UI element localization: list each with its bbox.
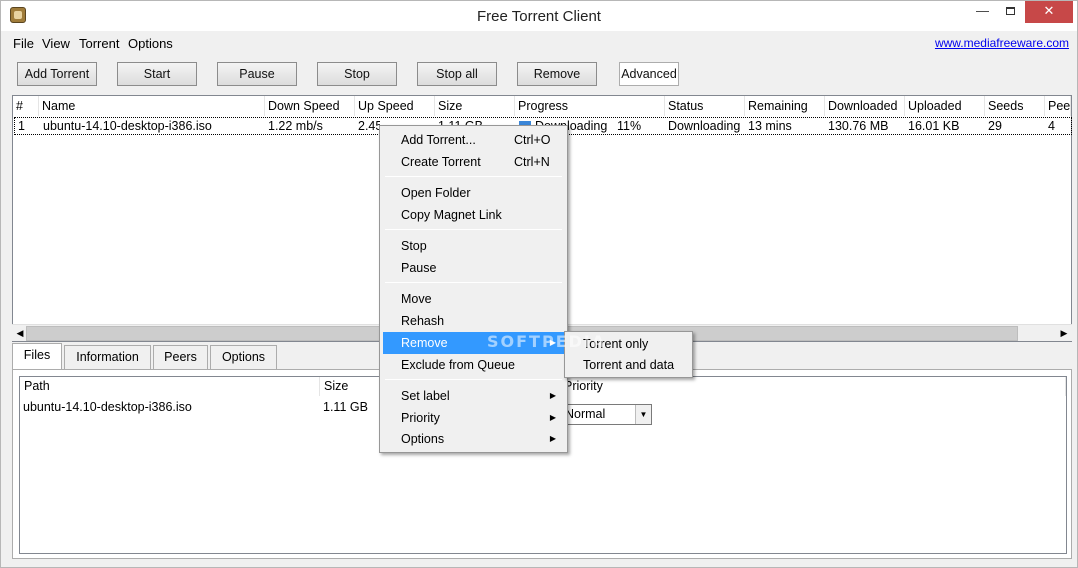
column-header-seeds[interactable]: Seeds	[985, 96, 1045, 116]
row-uploaded: 16.01 KB	[908, 119, 960, 133]
stop-all-button[interactable]: Stop all	[417, 62, 497, 86]
menu-view[interactable]: View	[42, 36, 70, 51]
add-torrent-button[interactable]: Add Torrent	[17, 62, 97, 86]
chevron-right-icon: ▶	[549, 413, 556, 422]
advanced-button[interactable]: Advanced	[619, 62, 679, 86]
maximize-icon	[1006, 7, 1015, 15]
row-up-speed: 2.45 kb/s	[358, 119, 380, 133]
row-down-speed: 1.22 mb/s	[268, 119, 323, 133]
column-header-down-speed[interactable]: Down Speed	[265, 96, 355, 116]
column-header-progress[interactable]: Progress	[515, 96, 665, 116]
menu-options[interactable]: Options	[128, 36, 173, 51]
column-header-number[interactable]: #	[13, 96, 39, 116]
column-header-priority[interactable]: Priority	[560, 377, 1066, 396]
context-menu: Add Torrent... Ctrl+O Create Torrent Ctr…	[379, 125, 568, 453]
row-remaining: 13 mins	[748, 119, 792, 133]
menu-separator	[385, 229, 562, 230]
row-peers: 4	[1048, 119, 1055, 133]
stop-button[interactable]: Stop	[317, 62, 397, 86]
menu-item-shortcut: Ctrl+N	[514, 155, 550, 169]
close-button[interactable]: ✕	[1025, 1, 1073, 23]
column-header-remaining[interactable]: Remaining	[745, 96, 825, 116]
priority-value: Normal	[565, 407, 606, 421]
menu-item-label: Set label	[401, 389, 450, 403]
row-downloaded: 130.76 MB	[828, 119, 889, 133]
menu-item-copy-magnet-link[interactable]: Copy Magnet Link	[383, 204, 564, 226]
remove-button[interactable]: Remove	[517, 62, 597, 86]
tab-files[interactable]: Files	[12, 343, 62, 369]
menu-item-stop[interactable]: Stop	[383, 235, 564, 257]
tab-information[interactable]: Information	[64, 345, 151, 369]
menu-bar: File View Torrent Options www.mediafreew…	[1, 33, 1077, 53]
menu-torrent[interactable]: Torrent	[79, 36, 119, 51]
column-header-peers[interactable]: Peers	[1045, 96, 1071, 116]
file-path: ubuntu-14.10-desktop-i386.iso	[23, 400, 192, 414]
start-button[interactable]: Start	[117, 62, 197, 86]
menu-item-add-torrent[interactable]: Add Torrent... Ctrl+O	[383, 129, 564, 151]
menu-item-options[interactable]: Options ▶	[383, 428, 564, 450]
row-number: 1	[18, 119, 25, 133]
column-header-path[interactable]: Path	[20, 377, 320, 396]
menu-item-label: Priority	[401, 411, 440, 425]
tab-peers[interactable]: Peers	[153, 345, 208, 369]
title-bar: Free Torrent Client — ✕	[1, 1, 1077, 31]
watermark: SOFTPEDIA	[487, 332, 607, 351]
menu-item-pause[interactable]: Pause	[383, 257, 564, 279]
chevron-right-icon: ▶	[549, 434, 556, 443]
menu-item-rehash[interactable]: Rehash	[383, 310, 564, 332]
menu-separator	[385, 282, 562, 283]
submenu-item-torrent-and-data[interactable]: Torrent and data	[568, 355, 689, 376]
menu-item-label: Create Torrent	[401, 155, 481, 169]
chevron-right-icon: ▶	[549, 391, 556, 400]
menu-item-exclude-from-queue[interactable]: Exclude from Queue	[383, 354, 564, 376]
menu-separator	[385, 176, 562, 177]
column-header-up-speed[interactable]: Up Speed	[355, 96, 435, 116]
menu-item-move[interactable]: Move	[383, 288, 564, 310]
row-status: Downloading	[668, 119, 741, 133]
column-header-uploaded[interactable]: Uploaded	[905, 96, 985, 116]
website-link[interactable]: www.mediafreeware.com	[935, 36, 1069, 50]
menu-file[interactable]: File	[13, 36, 34, 51]
menu-item-open-folder[interactable]: Open Folder	[383, 182, 564, 204]
window-title: Free Torrent Client	[477, 8, 601, 25]
row-name: ubuntu-14.10-desktop-i386.iso	[43, 119, 212, 133]
menu-item-set-label[interactable]: Set label ▶	[383, 385, 564, 407]
menu-separator	[385, 379, 562, 380]
menu-item-label: Add Torrent...	[401, 133, 476, 147]
scroll-right-icon[interactable]: ▶	[1058, 327, 1070, 339]
minimize-button[interactable]: —	[969, 1, 996, 23]
app-window: Free Torrent Client — ✕ File View Torren…	[0, 0, 1078, 568]
maximize-button[interactable]	[997, 1, 1024, 23]
menu-item-label: Remove	[401, 336, 448, 350]
scroll-left-icon[interactable]: ◀	[14, 327, 26, 339]
pause-button[interactable]: Pause	[217, 62, 297, 86]
priority-select[interactable]: Normal ▼	[560, 404, 652, 425]
menu-item-create-torrent[interactable]: Create Torrent Ctrl+N	[383, 151, 564, 173]
file-size: 1.11 GB	[323, 400, 368, 414]
menu-item-shortcut: Ctrl+O	[514, 133, 551, 147]
column-header-downloaded[interactable]: Downloaded	[825, 96, 905, 116]
column-header-status[interactable]: Status	[665, 96, 745, 116]
column-header-name[interactable]: Name	[39, 96, 265, 116]
column-header-size[interactable]: Size	[435, 96, 515, 116]
tab-options[interactable]: Options	[210, 345, 277, 369]
menu-item-label: Options	[401, 432, 445, 446]
row-progress-percent: 11%	[617, 119, 642, 133]
row-seeds: 29	[988, 119, 1002, 133]
menu-item-priority[interactable]: Priority ▶	[383, 407, 564, 429]
chevron-down-icon[interactable]: ▼	[635, 405, 651, 424]
